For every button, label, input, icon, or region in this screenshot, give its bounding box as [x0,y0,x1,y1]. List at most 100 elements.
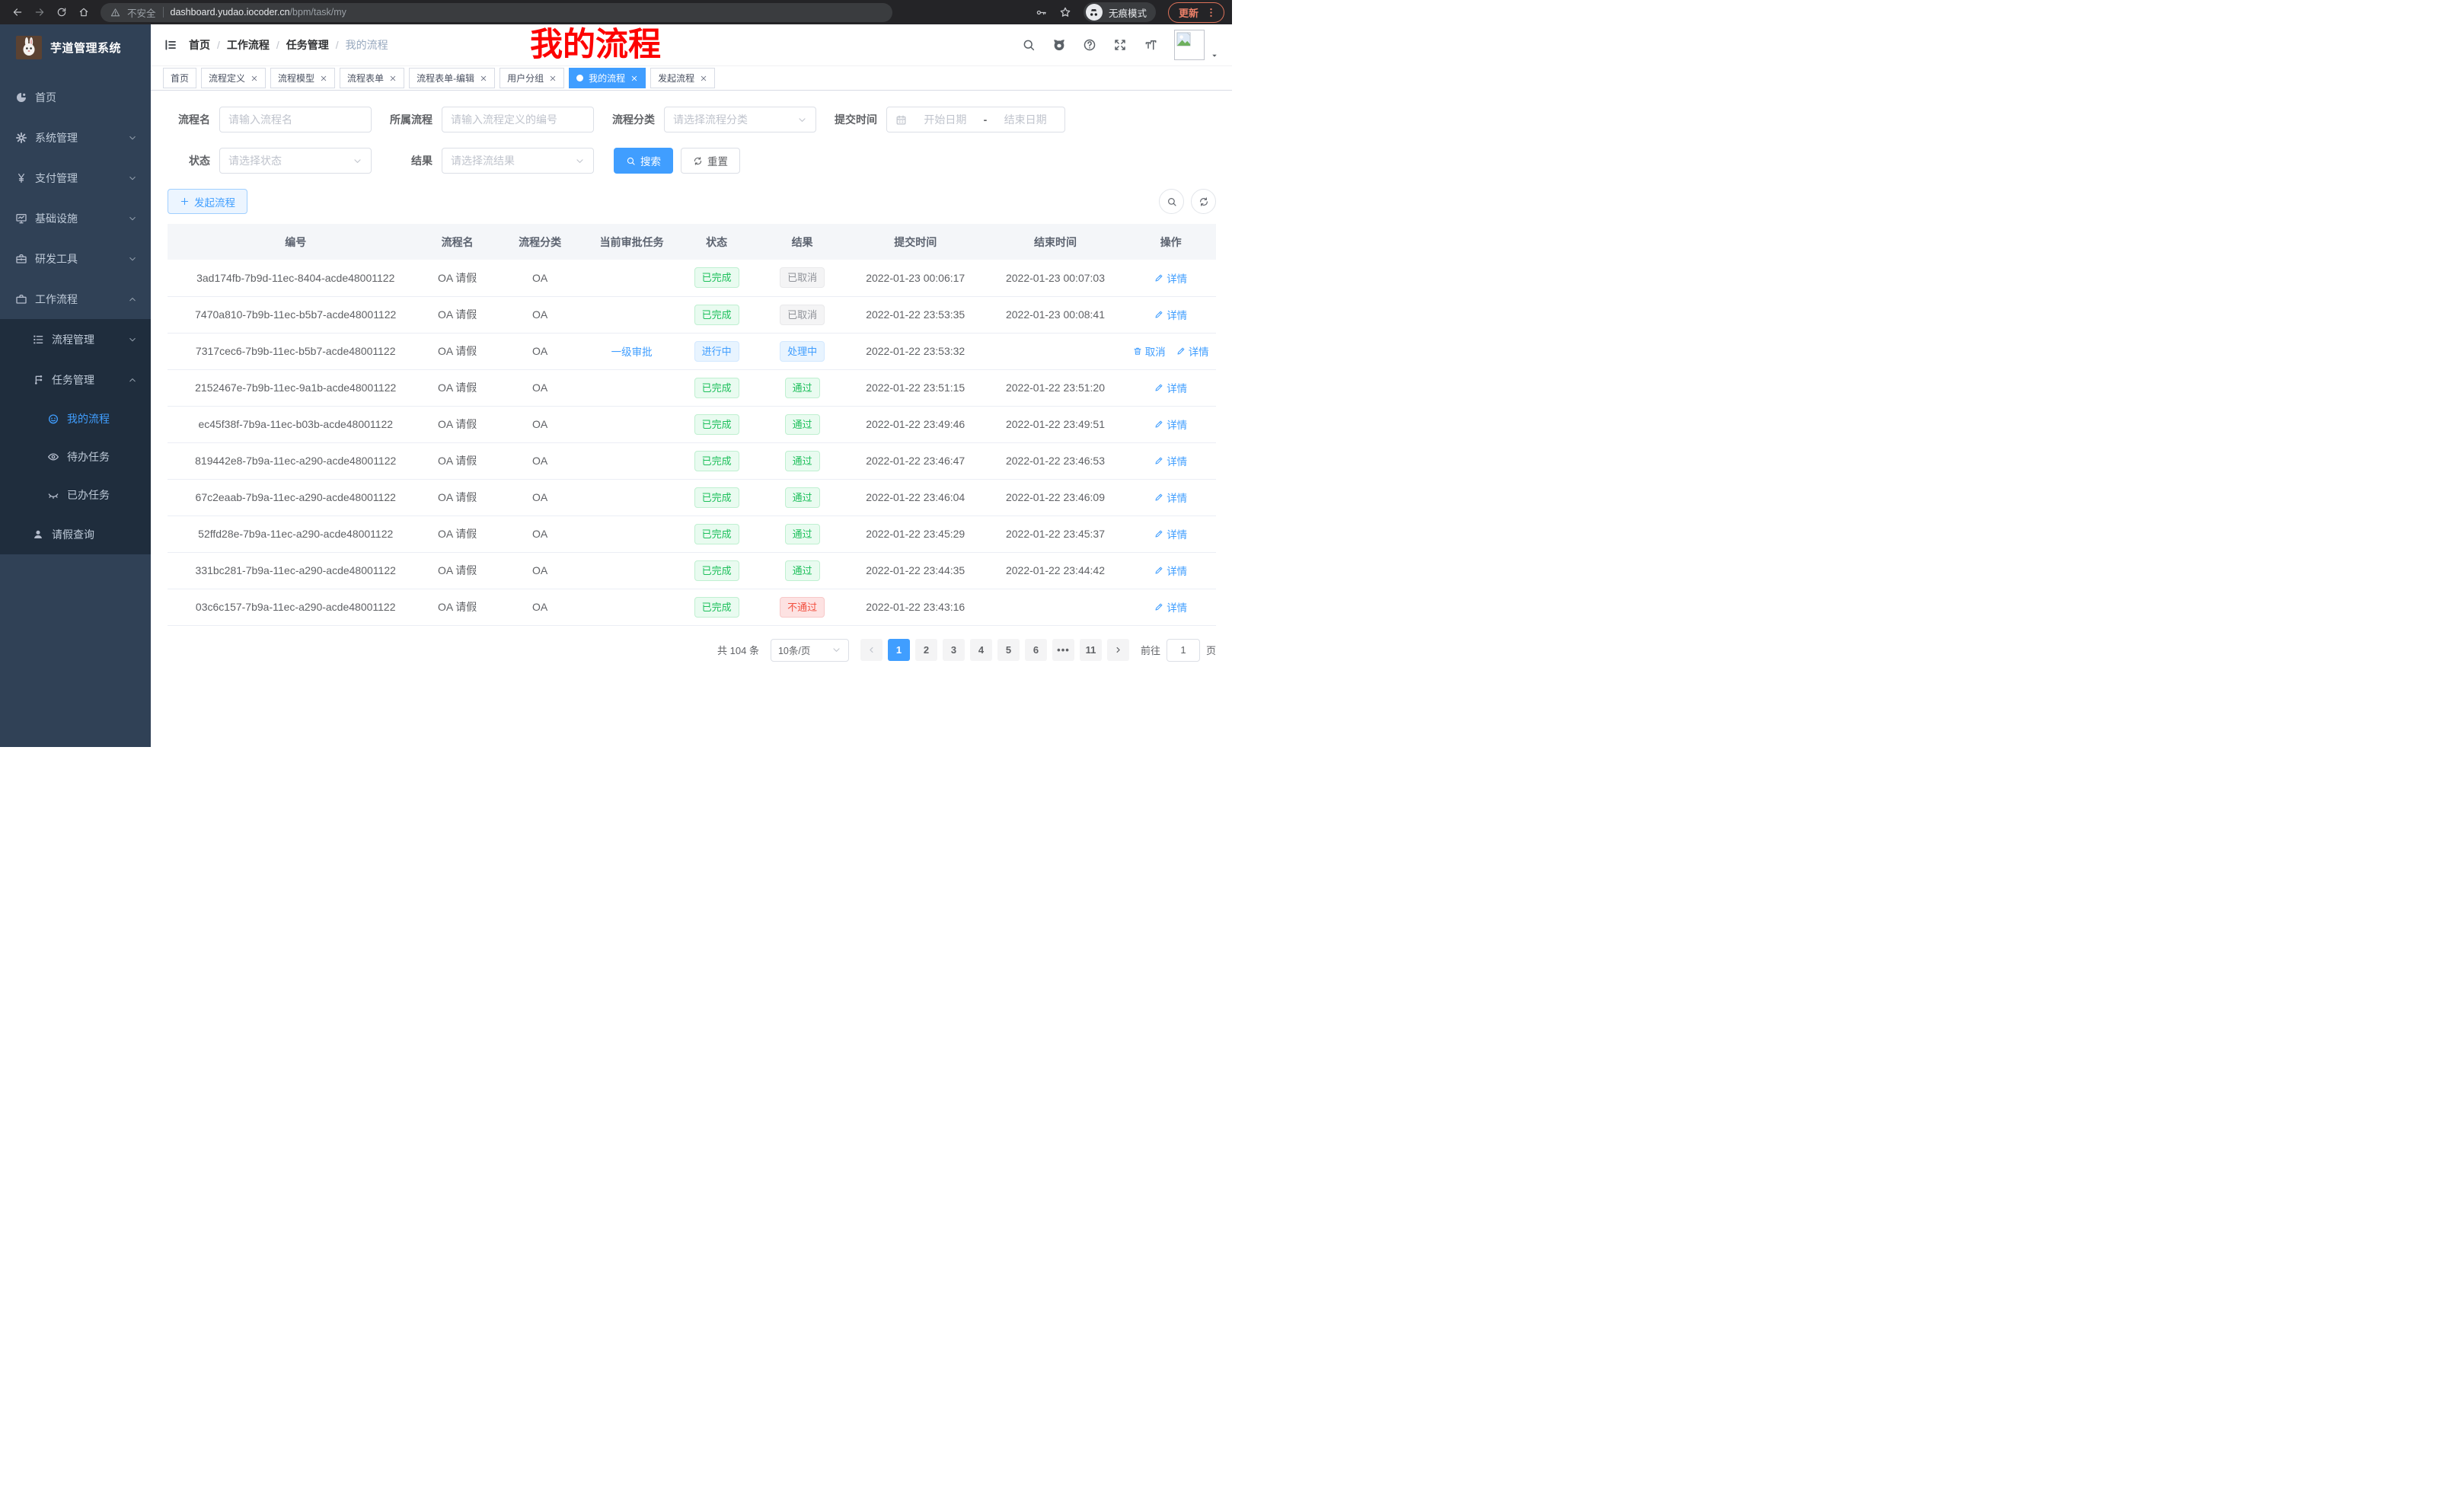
end-time-cell: 2022-01-22 23:46:09 [985,479,1126,516]
current-task-link[interactable]: 一级审批 [611,343,653,359]
sidebar-item-label: 请假查询 [52,527,94,542]
avatar[interactable] [1174,30,1205,60]
header-search-icon[interactable] [1022,38,1036,52]
app-logo-row[interactable]: 芋道管理系统 [0,24,151,59]
tab-close-icon[interactable] [700,75,707,82]
search-button[interactable]: 搜索 [614,148,673,174]
goto-page-input[interactable] [1167,639,1200,662]
chevron-down-icon [797,115,807,125]
detail-action-link[interactable]: 详情 [1154,526,1187,541]
category-select[interactable]: 请选择流程分类 [664,107,816,132]
filter-result-label: 结果 [372,153,442,168]
filter-parent-label: 所属流程 [372,112,442,127]
breadcrumb-task-mgmt[interactable]: 任务管理 [286,37,329,53]
detail-action-link[interactable]: 详情 [1176,343,1209,359]
result-badge: 通过 [785,487,820,508]
tab-close-icon[interactable] [320,75,327,82]
refresh-icon [693,156,703,166]
detail-action-link[interactable]: 详情 [1154,417,1187,432]
browser-home-icon[interactable] [74,3,93,22]
browser-reload-icon[interactable] [52,3,71,22]
status-cell: 已完成 [675,442,758,479]
github-icon[interactable] [1052,38,1066,52]
sidebar-item-task-mgmt[interactable]: 任务管理 [0,359,151,400]
edit-icon [1154,493,1163,502]
tab-process-definition[interactable]: 流程定义 [201,68,266,88]
page-button-2[interactable]: 2 [915,639,937,661]
briefcase-icon [15,293,27,305]
prev-page-button[interactable] [860,639,883,661]
next-page-button[interactable] [1107,639,1129,661]
key-icon[interactable] [1036,7,1047,18]
status-select[interactable]: 请选择状态 [219,148,372,174]
prev-icon [867,646,876,654]
process-category-cell: OA [491,516,589,552]
action-links: 详情 [1154,453,1187,468]
sidebar-item-done-tasks[interactable]: 已办任务 [0,476,151,514]
sidebar-fold-icon[interactable] [164,38,177,52]
bookmark-star-icon[interactable] [1059,6,1071,18]
browser-update-button[interactable]: 更新 [1168,2,1224,23]
tab-home[interactable]: 首页 [163,68,196,88]
page-size-select[interactable]: 10条/页 [771,639,849,662]
process-name-input[interactable] [228,113,362,126]
tab-close-icon[interactable] [389,75,397,82]
detail-action-link[interactable]: 详情 [1154,563,1187,578]
sidebar-item-todo-tasks[interactable]: 待办任务 [0,438,151,476]
page-button-5[interactable]: 5 [997,639,1020,661]
browser-back-icon[interactable] [8,3,27,22]
tab-my-process[interactable]: 我的流程 [569,68,646,88]
sidebar-item-home[interactable]: 首页 [0,77,151,117]
more-pages-button[interactable]: ••• [1052,639,1074,661]
help-icon[interactable] [1083,38,1096,52]
sidebar-item-devtools[interactable]: 研发工具 [0,238,151,279]
page-button-6[interactable]: 6 [1025,639,1047,661]
detail-action-link[interactable]: 详情 [1154,270,1187,286]
sidebar-item-infra[interactable]: 基础设施 [0,198,151,238]
detail-action-link[interactable]: 详情 [1154,307,1187,322]
detail-action-link[interactable]: 详情 [1154,490,1187,505]
submit-time-range-picker[interactable]: 开始日期 - 结束日期 [886,107,1065,132]
tab-close-icon[interactable] [549,75,557,82]
tab-process-form-edit[interactable]: 流程表单-编辑 [409,68,495,88]
start-process-button[interactable]: 发起流程 [168,189,247,214]
cancel-action-link[interactable]: 取消 [1133,343,1166,359]
breadcrumb-home[interactable]: 首页 [189,37,210,53]
detail-action-link[interactable]: 详情 [1154,453,1187,468]
tab-close-icon[interactable] [630,75,638,82]
sidebar-item-leave-query[interactable]: 请假查询 [0,514,151,554]
process-id-cell: 819442e8-7b9a-11ec-a290-acde48001122 [168,442,423,479]
tab-close-icon[interactable] [480,75,487,82]
sidebar-item-process-mgmt[interactable]: 流程管理 [0,319,151,359]
page-button-3[interactable]: 3 [943,639,965,661]
process-name-cell: OA 请假 [423,442,490,479]
font-size-icon[interactable] [1144,38,1157,52]
fullscreen-icon[interactable] [1113,38,1127,52]
tab-user-group[interactable]: 用户分组 [500,68,564,88]
page-button-4[interactable]: 4 [970,639,992,661]
browser-menu-dots-icon[interactable] [1205,7,1217,18]
sidebar-item-payment[interactable]: 支付管理 [0,158,151,198]
address-bar[interactable]: 不安全 dashboard.yudao.iocoder.cn/bpm/task/… [101,3,892,22]
page-button-1[interactable]: 1 [888,639,910,661]
tab-close-icon[interactable] [251,75,258,82]
tab-process-model[interactable]: 流程模型 [270,68,335,88]
breadcrumb-workflow[interactable]: 工作流程 [227,37,270,53]
tab-process-form[interactable]: 流程表单 [340,68,404,88]
sidebar-item-system[interactable]: 系统管理 [0,117,151,158]
browser-forward-icon[interactable] [30,3,49,22]
page-button-11[interactable]: 11 [1080,639,1102,661]
tab-start-process[interactable]: 发起流程 [650,68,715,88]
parent-process-input[interactable] [451,113,585,126]
sidebar-item-workflow[interactable]: 工作流程 [0,279,151,319]
detail-action-link[interactable]: 详情 [1154,599,1187,615]
reset-button[interactable]: 重置 [681,148,740,174]
sidebar-item-my-process[interactable]: 我的流程 [0,400,151,438]
result-cell: 通过 [758,552,845,589]
result-select[interactable]: 请选择流结果 [442,148,594,174]
detail-action-link[interactable]: 详情 [1154,380,1187,395]
avatar-caret-down-icon[interactable] [1210,49,1219,60]
toggle-search-button[interactable] [1159,189,1184,214]
refresh-table-button[interactable] [1191,189,1216,214]
sidebar-item-label: 待办任务 [67,449,110,464]
